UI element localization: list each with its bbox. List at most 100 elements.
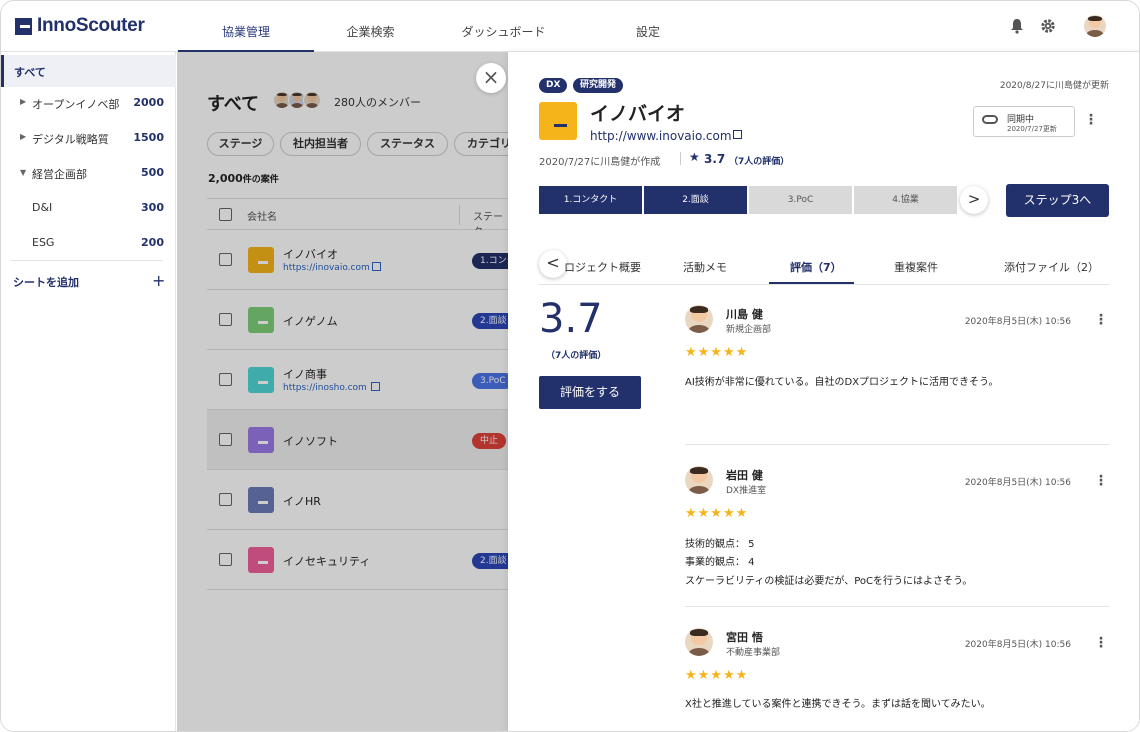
step-partnership[interactable]: 4.協業 xyxy=(854,186,957,214)
review-date: 2020年8月5日(木) 10:56 xyxy=(964,317,1071,327)
link-icon xyxy=(982,115,998,124)
caret-right-icon[interactable]: ▶ xyxy=(20,132,26,141)
tab-attachments[interactable]: 添付ファイル（2） xyxy=(1004,259,1099,275)
company-logo xyxy=(248,547,274,573)
company-url[interactable]: https://inovaio.com xyxy=(283,263,370,273)
tab-duplicate-cases[interactable]: 重複案件 xyxy=(894,259,938,275)
row-checkbox[interactable] xyxy=(219,433,232,446)
tab-project-overview[interactable]: ロジェクト概要 xyxy=(564,259,641,275)
bell-icon[interactable] xyxy=(1007,16,1027,36)
user-avatar[interactable] xyxy=(1084,15,1106,37)
company-url[interactable]: http://www.inovaio.com xyxy=(590,129,732,143)
sidebar-item-di[interactable]: D&I 300 xyxy=(1,194,176,224)
sidebar-item-label: デジタル戦略質 xyxy=(32,133,109,146)
nav-tab-collab[interactable]: 協業管理 xyxy=(178,1,314,52)
table-row[interactable]: イノゲノム 2.面談 xyxy=(207,290,515,350)
sidebar-item-corporate-planning[interactable]: ▼ 経営企画部 500 xyxy=(1,159,176,189)
sidebar: すべて ▶ オープンイノベ部 2000 ▶ デジタル戦略質 1500 ▼ 経営企… xyxy=(1,52,176,731)
review-item: 宮田 悟 不動産事業部 2020年8月5日(木) 10:56 · · · ★★★★★… xyxy=(685,628,1109,728)
chevron-right-icon[interactable]: > xyxy=(960,186,988,214)
company-logo xyxy=(248,367,274,393)
reviewer-dept: DX推進室 xyxy=(726,486,767,496)
sidebar-item-esg[interactable]: ESG 200 xyxy=(1,229,176,259)
step-contact[interactable]: 1.コンタクト xyxy=(539,186,642,214)
table-row[interactable]: イノ商事 https://inosho.com 3.PoC xyxy=(207,350,514,410)
tabs-divider xyxy=(539,284,1109,285)
company-name: イノセキュリティ xyxy=(283,555,371,568)
rate-button[interactable]: 評価をする xyxy=(539,376,641,409)
review-text: 技術的観点： 5 xyxy=(685,539,755,550)
app-logo[interactable]: InnoScouter xyxy=(15,15,145,37)
reviewer-avatar xyxy=(685,628,713,656)
member-count: 280人のメンバー xyxy=(334,96,421,109)
tab-activity-memo[interactable]: 活動メモ xyxy=(683,259,727,275)
more-menu-icon[interactable]: · · · xyxy=(1098,309,1104,331)
created-text: 2020/7/27に川島健が作成 xyxy=(539,157,661,168)
sidebar-item-count: 200 xyxy=(141,236,164,249)
next-step-button[interactable]: ステップ3へ xyxy=(1006,184,1109,217)
caret-right-icon[interactable]: ▶ xyxy=(20,97,26,106)
caret-down-icon[interactable]: ▼ xyxy=(20,168,26,177)
external-link-icon[interactable] xyxy=(371,382,380,391)
row-checkbox[interactable] xyxy=(219,373,232,386)
tag-badge: DX xyxy=(539,78,568,93)
more-menu-icon[interactable]: · · · xyxy=(1098,470,1104,492)
company-logo xyxy=(248,307,274,333)
review-divider xyxy=(685,606,1109,607)
nav-tab-settings[interactable]: 設定 xyxy=(580,1,716,52)
chevron-left-icon[interactable]: < xyxy=(539,250,567,278)
add-sheet-link[interactable]: シートを追加 xyxy=(13,274,79,290)
column-header-company[interactable]: 会社名 xyxy=(247,208,277,223)
member-avatar xyxy=(303,91,321,109)
member-avatars[interactable] xyxy=(273,91,321,109)
sync-status-button[interactable]: 同期中 2020/7/27更新 xyxy=(973,106,1075,137)
close-icon[interactable]: × xyxy=(476,63,506,93)
gear-icon[interactable] xyxy=(1038,16,1058,36)
filter-chip-stage[interactable]: ステージ xyxy=(207,132,274,156)
tab-evaluation[interactable]: 評価（7） xyxy=(790,259,842,275)
sidebar-item-label: ESG xyxy=(32,236,55,249)
plus-icon[interactable]: + xyxy=(152,271,165,290)
sidebar-item-all[interactable]: すべて xyxy=(1,55,176,87)
sidebar-item-count: 500 xyxy=(141,166,164,179)
row-checkbox[interactable] xyxy=(219,493,232,506)
company-name: イノバイオ xyxy=(590,103,686,125)
sidebar-item-digital-strategy[interactable]: ▶ デジタル戦略質 1500 xyxy=(1,124,176,154)
sidebar-item-count: 2000 xyxy=(133,96,164,109)
review-text: X社と推進している案件と連携できそう。まずは話を聞いてみたい。 xyxy=(685,699,991,710)
column-divider xyxy=(459,205,460,225)
table-row[interactable]: イノソフト 中止 xyxy=(207,410,508,470)
external-link-icon[interactable] xyxy=(372,262,381,271)
filter-chip-status[interactable]: ステータス xyxy=(367,132,448,156)
row-checkbox[interactable] xyxy=(219,313,232,326)
tag-badge: 研究開発 xyxy=(573,78,624,93)
more-menu-icon[interactable]: · · · xyxy=(1098,632,1104,654)
step-meeting[interactable]: 2.面談 xyxy=(644,186,747,214)
company-url[interactable]: https://inosho.com xyxy=(283,383,367,393)
reviewer-name: 宮田 悟 xyxy=(726,631,763,644)
sidebar-item-label: オープンイノベ部 xyxy=(32,98,120,111)
table-row[interactable]: イノHR xyxy=(207,470,508,530)
table-header: 会社名 ステータ xyxy=(207,198,508,238)
company-name: イノソフト xyxy=(283,435,338,448)
row-checkbox[interactable] xyxy=(219,553,232,566)
step-poc[interactable]: 3.PoC xyxy=(749,186,852,214)
external-link-icon[interactable] xyxy=(733,130,742,139)
filter-chip-owner[interactable]: 社内担当者 xyxy=(280,132,361,156)
table-row[interactable]: イノバイオ https://inovaio.com 1.コンタクト xyxy=(207,230,542,290)
sidebar-item-open-innovation[interactable]: ▶ オープンイノベ部 2000 xyxy=(1,89,176,119)
nav-tab-company-search[interactable]: 企業検索 xyxy=(314,1,427,52)
more-menu-icon[interactable]: · · · xyxy=(1088,109,1094,131)
select-all-checkbox[interactable] xyxy=(219,208,232,221)
reviewer-dept: 新規企画部 xyxy=(726,325,772,335)
review-stars: ★★★★★ xyxy=(685,668,749,683)
updated-text: 2020/8/27に川島健が更新 xyxy=(999,81,1109,91)
table-row[interactable]: イノセキュリティ 2.面談 xyxy=(207,530,515,590)
case-count-value: 2,000 xyxy=(208,172,243,185)
detail-panel: DX 研究開発 2020/8/27に川島健が更新 イノバイオ http://ww… xyxy=(508,52,1139,731)
company-name: イノ商事 xyxy=(283,368,327,381)
active-tab-indicator xyxy=(769,282,854,284)
nav-tab-dashboard[interactable]: ダッシュボード xyxy=(427,1,580,52)
reviewer-dept: 不動産事業部 xyxy=(726,648,781,658)
row-checkbox[interactable] xyxy=(219,253,232,266)
